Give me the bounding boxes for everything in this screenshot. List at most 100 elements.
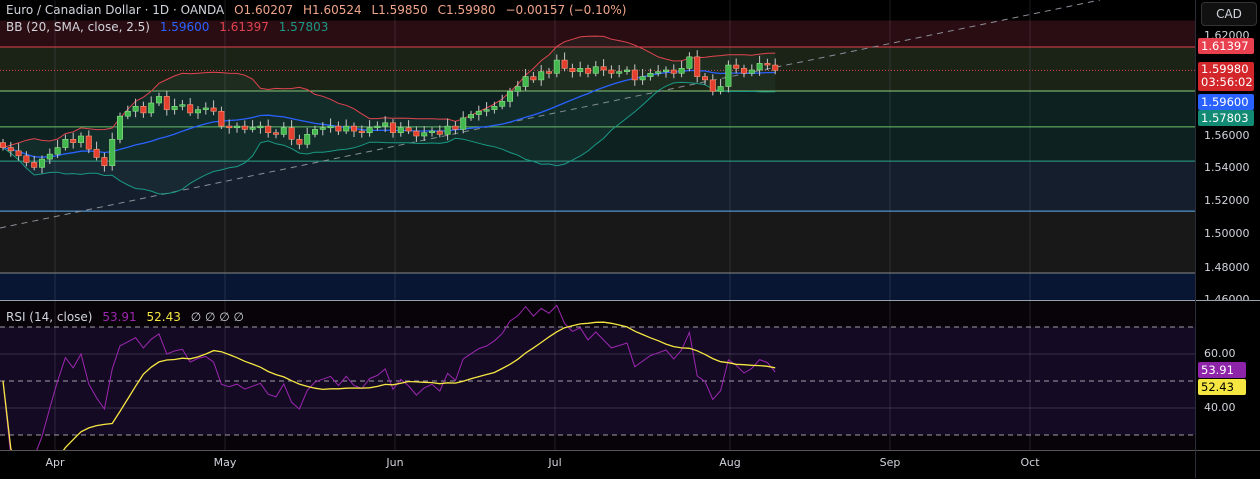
candle-body — [748, 69, 755, 74]
candle-body — [124, 110, 131, 117]
candle-body — [62, 139, 69, 148]
candle-body — [639, 76, 646, 81]
candle-body — [623, 69, 630, 72]
candle-body — [491, 106, 498, 110]
candle-body — [7, 147, 14, 152]
rsi-label[interactable]: RSI (14, close) — [6, 310, 92, 324]
candle-body — [717, 86, 724, 92]
candle-body — [241, 125, 248, 130]
price-tick: 1.46000 — [1204, 293, 1250, 300]
candle-body — [577, 68, 584, 72]
currency-button[interactable]: CAD — [1201, 2, 1257, 26]
ohlc-close: C1.59980 — [437, 3, 496, 17]
ohlc-low: L1.59850 — [371, 3, 428, 17]
bb-basis-value: 1.59600 — [159, 20, 210, 34]
candle-body — [584, 68, 591, 74]
candle-body — [374, 125, 381, 129]
candle-body — [358, 130, 365, 134]
ohlc-open: O1.60207 — [234, 3, 294, 17]
axis-separator — [1196, 300, 1260, 301]
candle-body — [38, 158, 45, 168]
bb-basis-badge: 1.59600 — [1198, 94, 1254, 110]
candle-body — [202, 107, 209, 110]
candle-body — [304, 134, 311, 145]
candle-body — [631, 69, 638, 81]
rsi-extras: ∅ ∅ ∅ ∅ — [190, 310, 244, 324]
candle-body — [54, 147, 61, 155]
candle-body — [452, 125, 459, 130]
price-axis[interactable]: CAD 1.62000 1.56000 1.54000 1.52000 1.50… — [1195, 0, 1260, 478]
candle-body — [561, 59, 568, 69]
bb-lower-badge: 1.57803 — [1198, 110, 1254, 126]
symbol-title[interactable]: Euro / Canadian Dollar · 1D · OANDA — [6, 3, 224, 17]
candle-body — [179, 104, 186, 107]
candle-body — [514, 86, 521, 92]
candle-body — [694, 56, 701, 77]
candle-body — [265, 125, 272, 133]
price-tick: 1.54000 — [1204, 161, 1250, 174]
candle-body — [530, 76, 537, 81]
candle-body — [23, 155, 30, 163]
price-tick: 1.56000 — [1204, 129, 1250, 142]
bb-legend: BB (20, SMA, close, 2.5) 1.59600 1.61397… — [6, 20, 334, 34]
candle-body — [288, 127, 295, 140]
candle-body — [350, 125, 357, 132]
candle-body — [117, 115, 124, 140]
candle-body — [31, 162, 38, 168]
rsi-tick: 60.00 — [1204, 347, 1236, 360]
rsi-legend: RSI (14, close) 53.91 52.43 ∅ ∅ ∅ ∅ — [6, 310, 250, 324]
candle-body — [608, 69, 615, 74]
candle-body — [93, 148, 100, 158]
candle-body — [140, 106, 147, 114]
time-label: Jul — [548, 456, 562, 469]
candle-body — [499, 101, 506, 107]
rsi-ma-value: 52.43 — [146, 310, 181, 324]
time-label: May — [213, 456, 237, 469]
candle-body — [210, 107, 217, 112]
bb-upper-value: 1.61397 — [219, 20, 269, 34]
rsi-value: 53.91 — [102, 310, 137, 324]
close-price-badge: 1.59980 03:56:02 — [1198, 62, 1254, 91]
candle-body — [397, 127, 404, 133]
candle-body — [725, 64, 732, 87]
candle-body — [234, 125, 241, 129]
chart-canvas[interactable] — [0, 0, 1195, 450]
candle-body — [764, 63, 771, 66]
candle-body — [616, 71, 623, 74]
candle-body — [319, 127, 326, 130]
candle-body — [249, 127, 256, 130]
candle-body — [343, 125, 350, 132]
ohlc-change: −0.00157 (−0.10%) — [505, 3, 627, 17]
ohlc-high: H1.60524 — [302, 3, 362, 17]
candle-body — [421, 132, 428, 137]
candle-body — [569, 68, 576, 72]
time-label: Oct — [1020, 456, 1040, 469]
rsi-badge: 53.91 — [1198, 362, 1246, 378]
candle-body — [740, 68, 747, 74]
price-tick: 1.52000 — [1204, 194, 1250, 207]
candle-body — [647, 73, 654, 77]
axis-corner — [1196, 450, 1260, 451]
candle-body — [545, 71, 552, 74]
candle-body — [15, 150, 22, 157]
candle-body — [592, 66, 599, 74]
candle-body — [327, 125, 334, 129]
bb-lower-value: 1.57803 — [278, 20, 329, 34]
candle-body — [156, 96, 163, 104]
symbol-legend: Euro / Canadian Dollar · 1D · OANDA O1.6… — [6, 3, 632, 17]
candle-body — [70, 139, 77, 143]
candle-body — [756, 63, 763, 71]
candle-body — [382, 122, 389, 127]
rsi-tick: 40.00 — [1204, 401, 1236, 414]
candle-body — [475, 110, 482, 115]
candle-body — [296, 139, 303, 145]
candle-body — [436, 130, 443, 135]
candle-body — [467, 114, 474, 119]
time-axis[interactable] — [0, 450, 1195, 479]
bb-label[interactable]: BB (20, SMA, close, 2.5) — [6, 20, 150, 34]
candle-body — [522, 76, 529, 87]
time-label: Jun — [386, 456, 404, 469]
candle-body — [709, 79, 716, 92]
time-label: Aug — [719, 456, 741, 469]
candle-body — [187, 104, 194, 114]
